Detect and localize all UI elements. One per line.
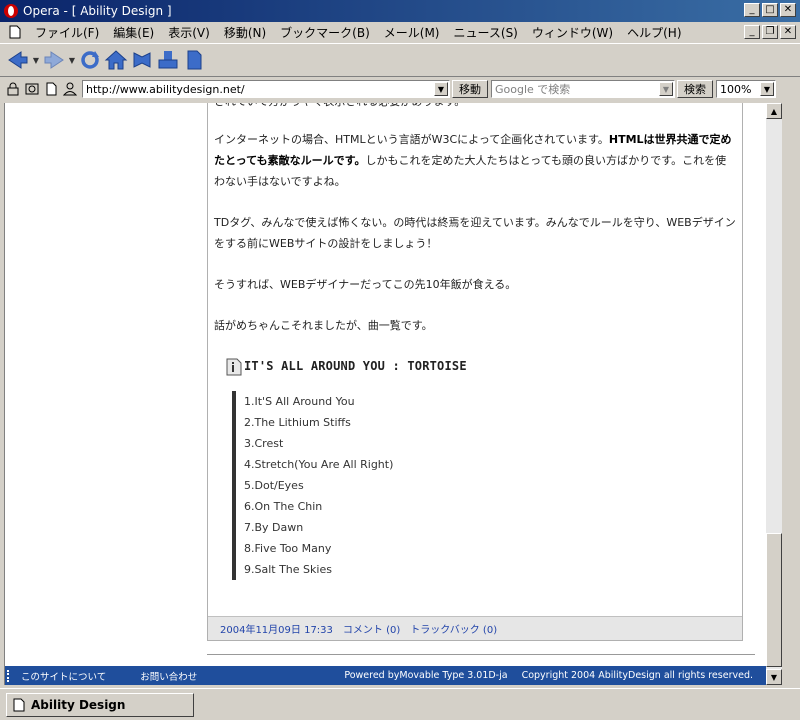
page-info-icon[interactable]	[42, 81, 59, 97]
zoom-dropdown[interactable]: ▼	[760, 82, 774, 96]
tab-label: Ability Design	[31, 698, 126, 712]
track-item: 5.Dot/Eyes	[244, 479, 304, 492]
forward-arrow-icon	[44, 51, 64, 69]
article-body: されていて方がうやく表示される必要があります。 インターネットの場合、HTMLと…	[208, 103, 742, 580]
menu-bar: ファイル(F) 編集(E) 表示(V) 移動(N) ブックマーク(B) メール(…	[0, 22, 800, 42]
album-heading: IT'S ALL AROUND YOU : TORTOISE	[226, 356, 736, 377]
back-arrow-icon	[8, 51, 28, 69]
entry-date-link[interactable]: 2004年11月09日 17:33	[220, 621, 333, 636]
comment-link[interactable]: コメント (0)	[343, 621, 400, 636]
home-icon	[104, 50, 128, 70]
powered-by-text: Powered byMovable Type 3.01D-ja	[344, 670, 508, 681]
menu-edit[interactable]: 編集(E)	[106, 24, 161, 41]
copyright-text: Copyright 2004 AbilityDesign all rights …	[521, 670, 753, 681]
url-input[interactable]: http://www.abilitydesign.net/ ▼	[82, 80, 450, 98]
track-item: 6.On The Chin	[244, 500, 323, 513]
search-input[interactable]: Google で検索 ▼	[491, 80, 675, 98]
footer-credits: Powered byMovable Type 3.01D-ja Copyrigh…	[344, 670, 753, 681]
search-engine-dropdown[interactable]: ▼	[659, 82, 673, 96]
forward-history-dropdown[interactable]: ▼	[68, 47, 76, 73]
scroll-thumb[interactable]	[766, 533, 782, 667]
track-item: 7.By Dawn	[244, 521, 304, 534]
window-controls: _ □ ✕	[744, 3, 796, 17]
track-item: 9.Salt The Skies	[244, 563, 332, 576]
menu-bookmarks[interactable]: ブックマーク(B)	[273, 24, 377, 41]
go-button[interactable]: 移動	[452, 80, 488, 98]
menu-news[interactable]: ニュース(S)	[446, 24, 524, 41]
document-window-controls: _ ❐ ✕	[744, 25, 796, 39]
track-list: 1.It'S All Around You 2.The Lithium Stiff…	[232, 391, 736, 580]
home-button[interactable]	[104, 47, 128, 73]
reload-button[interactable]	[78, 47, 102, 73]
divider	[207, 654, 755, 655]
page-button[interactable]	[182, 47, 206, 73]
track-item: 1.It'S All Around You	[244, 395, 355, 408]
window-title: Opera - [ Ability Design ]	[23, 4, 172, 18]
print-button[interactable]	[156, 47, 180, 73]
search-button[interactable]: 検索	[677, 80, 713, 98]
minimize-button[interactable]: _	[744, 3, 760, 17]
print-icon	[158, 51, 178, 69]
opera-logo-icon	[4, 4, 18, 18]
entry-footer: 2004年11月09日 17:33 コメント (0) トラックバック (0)	[208, 616, 742, 640]
scroll-down-button[interactable]: ▼	[766, 669, 782, 685]
maximize-button[interactable]: □	[762, 3, 778, 17]
window-right-panel	[782, 103, 800, 685]
menu-window[interactable]: ウィンドウ(W)	[525, 24, 620, 41]
forward-button[interactable]	[42, 47, 66, 73]
album-title: IT'S ALL AROUND YOU : TORTOISE	[244, 359, 467, 373]
url-text: http://www.abilitydesign.net/	[86, 82, 245, 96]
page-tab-icon	[13, 698, 25, 712]
address-bar-icons	[4, 81, 78, 97]
menu-mail[interactable]: メール(M)	[377, 24, 447, 41]
article-paragraph-2: TDタグ、みんなで使えば怖くない。の時代は終焉を迎えています。みんなでルールを守…	[214, 216, 736, 250]
page-left-column	[5, 103, 207, 663]
user-icon[interactable]	[61, 81, 78, 97]
close-button[interactable]: ✕	[780, 3, 796, 17]
url-history-dropdown[interactable]: ▼	[434, 82, 448, 96]
security-lock-icon[interactable]	[4, 81, 21, 97]
track-item: 3.Crest	[244, 437, 284, 450]
contact-link[interactable]: お問い合わせ	[140, 669, 197, 683]
footer-dots	[7, 669, 11, 682]
bookmarks-icon	[133, 52, 151, 68]
vertical-scrollbar[interactable]: ▲ ▼	[766, 103, 782, 685]
navigation-toolbar: ▼ ▼	[0, 43, 800, 77]
scroll-up-button[interactable]: ▲	[766, 103, 782, 119]
page-icon	[187, 50, 202, 70]
back-history-dropdown[interactable]: ▼	[32, 47, 40, 73]
tab-ability-design[interactable]: Ability Design	[6, 693, 194, 717]
document-icon	[9, 25, 21, 39]
back-button[interactable]	[6, 47, 30, 73]
doc-close-button[interactable]: ✕	[780, 25, 796, 39]
trackback-link[interactable]: トラックバック (0)	[410, 621, 497, 636]
tab-bar: Ability Design	[0, 688, 800, 720]
article-paragraph-3: そうすれば、WEBデザイナーだってこの先10年飯が食える。	[214, 278, 517, 291]
track-item: 4.Stretch(You Are All Right)	[244, 458, 394, 471]
track-item: 8.Five Too Many	[244, 542, 332, 555]
address-bar: http://www.abilitydesign.net/ ▼ 移動 Googl…	[0, 78, 800, 100]
track-item: 2.The Lithium Stiffs	[244, 416, 351, 429]
zoom-value: 100%	[720, 82, 752, 96]
zoom-select[interactable]: 100% ▼	[716, 80, 776, 98]
reload-icon	[81, 51, 99, 69]
doc-restore-button[interactable]: ❐	[762, 25, 778, 39]
page-viewport: されていて方がうやく表示される必要があります。 インターネットの場合、HTMLと…	[4, 103, 766, 685]
menu-help[interactable]: ヘルプ(H)	[620, 24, 688, 41]
title-bar: Opera - [ Ability Design ] _ □ ✕	[0, 0, 800, 22]
menu-view[interactable]: 表示(V)	[161, 24, 217, 41]
article-paragraph-1: インターネットの場合、HTMLという言語がW3Cによって企画化されています。HT…	[214, 133, 732, 188]
menu-navigate[interactable]: 移動(N)	[217, 24, 273, 41]
article-cut-line: されていて方がうやく表示される必要があります。	[214, 103, 736, 113]
info-document-icon	[226, 358, 242, 375]
about-link[interactable]: このサイトについて	[21, 669, 106, 683]
hotlist-button[interactable]	[130, 47, 154, 73]
menu-file[interactable]: ファイル(F)	[28, 24, 106, 41]
site-footer: このサイトについて お問い合わせ Powered byMovable Type …	[5, 666, 766, 685]
search-placeholder: Google で検索	[495, 83, 571, 96]
cookie-icon[interactable]	[23, 81, 40, 97]
doc-minimize-button[interactable]: _	[744, 25, 760, 39]
entry-content: されていて方がうやく表示される必要があります。 インターネットの場合、HTMLと…	[207, 103, 743, 641]
article-paragraph-4: 話がめちゃんこそれましたが、曲一覧です。	[214, 319, 433, 332]
